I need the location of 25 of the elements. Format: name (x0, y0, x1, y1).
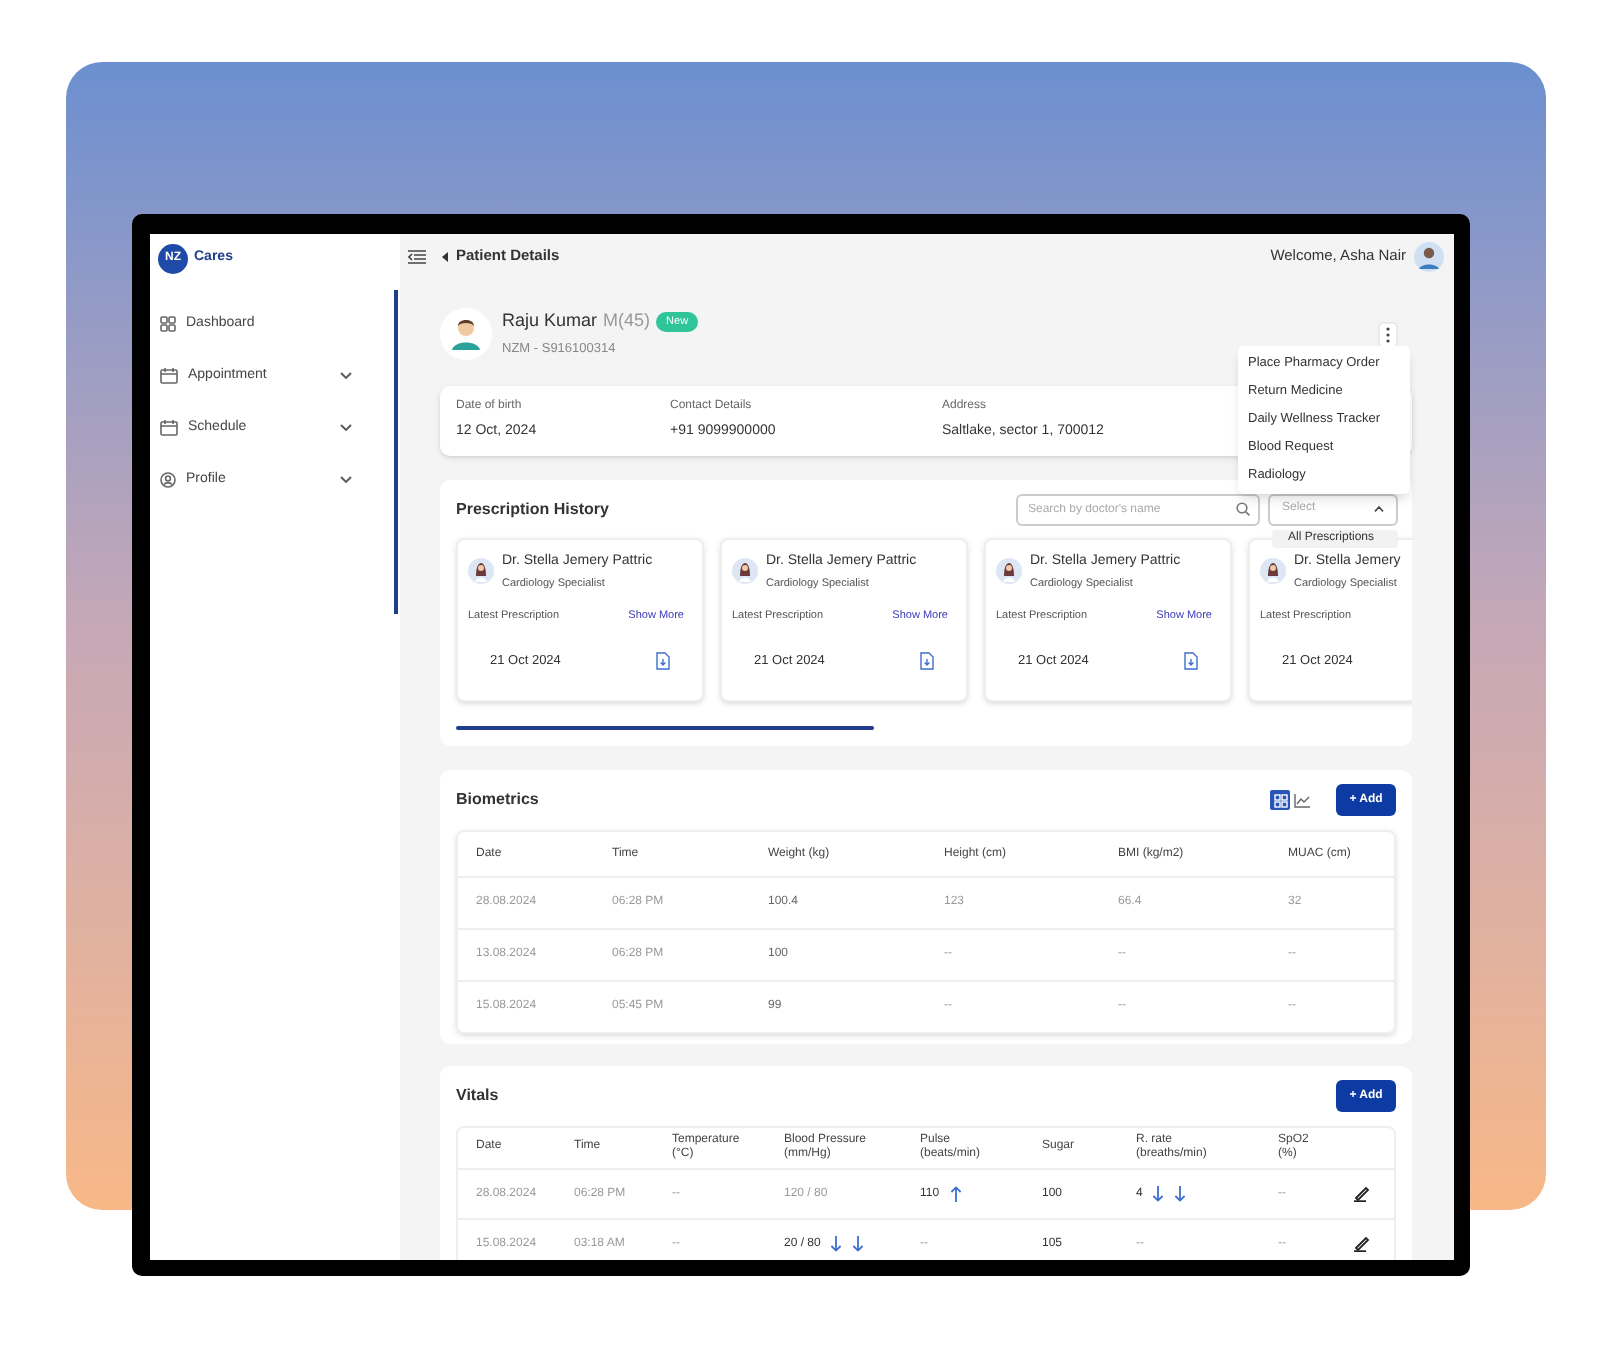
grid-icon (160, 316, 176, 332)
section-title: Prescription History (456, 497, 609, 521)
collapse-menu-icon (408, 249, 426, 263)
calendar-icon (160, 368, 178, 384)
back-arrow-icon (442, 251, 448, 261)
user-icon (160, 472, 176, 488)
patient-avatar-icon (440, 308, 492, 360)
doctor-avatar-icon (732, 558, 758, 585)
document-download-icon (656, 652, 670, 671)
grid-view-toggle[interactable] (1270, 790, 1290, 810)
user-avatar-icon (1414, 241, 1444, 271)
edit-icon (1354, 1236, 1370, 1252)
doctor-avatar-icon (1260, 558, 1286, 585)
section-title: Biometrics (456, 788, 539, 812)
edit-icon (1354, 1186, 1370, 1202)
patient-name: Raju Kumar (502, 308, 598, 335)
section-title: Vitals (456, 1084, 499, 1108)
search-icon (1236, 502, 1250, 516)
document-download-icon (1184, 652, 1198, 671)
doctor-avatar-icon (996, 558, 1022, 585)
doctor-avatar-icon (468, 558, 494, 585)
patient-gender-age: M(45) (603, 308, 651, 335)
document-download-icon (920, 652, 934, 671)
calendar-icon (160, 420, 178, 436)
chevron-up-icon (1374, 506, 1384, 512)
